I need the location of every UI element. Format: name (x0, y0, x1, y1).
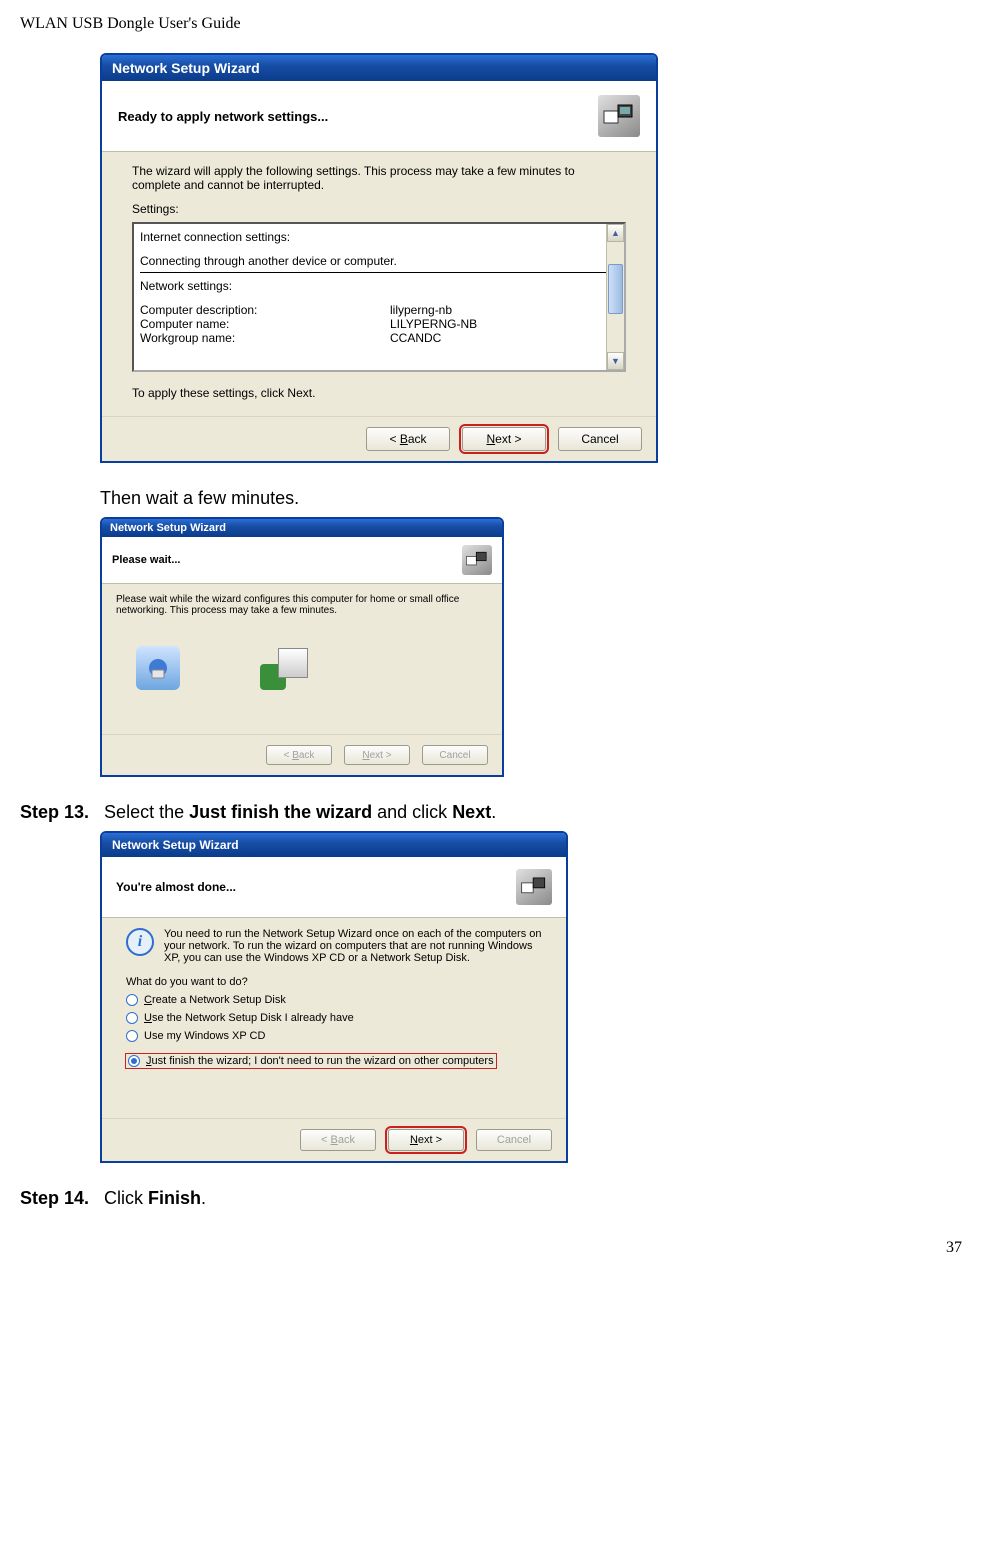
wizard-3-info-text: You need to run the Network Setup Wizard… (164, 928, 542, 964)
scrollbar[interactable]: ▲ ▼ (606, 224, 624, 370)
list-row-label: Computer name: (140, 317, 390, 331)
step-13: Step 13. Select the Just finish the wiza… (20, 802, 962, 823)
list-divider (140, 272, 618, 273)
wizard-2-please-wait: Network Setup Wizard Please wait... Plea… (100, 517, 504, 777)
radio-use-existing-disk[interactable]: Use the Network Setup Disk I already hav… (126, 1012, 542, 1024)
wizard-1-settings-label: Settings: (132, 202, 626, 216)
wizard-1-content: The wizard will apply the following sett… (102, 152, 656, 416)
wizard-3-titlebar: Network Setup Wizard (102, 833, 566, 857)
back-button[interactable]: < Back (366, 427, 450, 451)
list-row-label: Computer description: (140, 303, 390, 317)
list-section-2-title: Network settings: (140, 279, 618, 293)
next-button: Next > (344, 745, 410, 765)
wizard-1-banner-title: Ready to apply network settings... (118, 109, 328, 124)
list-row-value: LILYPERNG-NB (390, 317, 618, 331)
wizard-3-banner-title: You're almost done... (116, 880, 236, 894)
cancel-button: Cancel (476, 1129, 552, 1151)
wizard-2-titlebar: Network Setup Wizard (102, 519, 502, 537)
scroll-thumb[interactable] (608, 264, 623, 314)
wizard-3-almost-done: Network Setup Wizard You're almost done.… (100, 831, 568, 1163)
radio-icon[interactable] (126, 1012, 138, 1024)
page-number: 37 (20, 1239, 962, 1257)
back-button: < Back (300, 1129, 376, 1151)
cancel-button[interactable]: Cancel (558, 427, 642, 451)
wizard-1-titlebar: Network Setup Wizard (102, 55, 656, 81)
computer-network-icon (260, 646, 320, 690)
wizard-1-banner: Ready to apply network settings... (102, 81, 656, 152)
radio-label: Just finish the wizard; I don't need to … (146, 1055, 494, 1067)
radio-create-disk[interactable]: Create a Network Setup Disk (126, 994, 542, 1006)
back-button: < Back (266, 745, 332, 765)
network-settings-icon (462, 545, 492, 575)
scroll-down-icon[interactable]: ▼ (607, 352, 624, 370)
wizard-2-banner: Please wait... (102, 537, 502, 584)
radio-label: Use the Network Setup Disk I already hav… (144, 1012, 354, 1024)
next-button[interactable]: Next > (462, 427, 546, 451)
doc-header: WLAN USB Dongle User's Guide (20, 15, 962, 33)
wizard-1-intro: The wizard will apply the following sett… (132, 164, 626, 192)
wizard-1-settings-list[interactable]: Internet connection settings: Connecting… (132, 222, 626, 372)
step-14: Step 14. Click Finish. (20, 1188, 962, 1209)
next-button[interactable]: Next > (388, 1129, 464, 1151)
radio-label: Create a Network Setup Disk (144, 994, 286, 1006)
radio-label: Use my Windows XP CD (144, 1030, 265, 1042)
list-section-1-body: Connecting through another device or com… (140, 254, 618, 268)
wizard-3-buttons: < Back Next > Cancel (102, 1118, 566, 1161)
body-wait-text: Then wait a few minutes. (100, 488, 962, 509)
scroll-up-icon[interactable]: ▲ (607, 224, 624, 242)
wizard-1-ready: Network Setup Wizard Ready to apply netw… (100, 53, 658, 463)
list-row-value: lilyperng-nb (390, 303, 618, 317)
network-settings-icon (516, 869, 552, 905)
list-section-1-title: Internet connection settings: (140, 230, 618, 244)
wizard-2-banner-title: Please wait... (112, 554, 180, 566)
wizard-3-banner: You're almost done... (102, 857, 566, 918)
wizard-3-content: i You need to run the Network Setup Wiza… (102, 918, 566, 1118)
wizard-2-body-text: Please wait while the wizard configures … (116, 594, 488, 616)
list-row-value: CCANDC (390, 331, 618, 345)
list-row-label: Workgroup name: (140, 331, 390, 345)
computer-globe-icon (136, 646, 180, 690)
radio-icon[interactable] (126, 1030, 138, 1042)
radio-icon[interactable] (126, 994, 138, 1006)
radio-just-finish[interactable]: Just finish the wizard; I don't need to … (126, 1054, 496, 1068)
network-settings-icon (598, 95, 640, 137)
radio-icon[interactable] (128, 1055, 140, 1067)
info-icon: i (126, 928, 154, 956)
cancel-button: Cancel (422, 745, 488, 765)
wizard-1-apply-text: To apply these settings, click Next. (132, 386, 626, 400)
wizard-2-buttons: < Back Next > Cancel (102, 734, 502, 775)
wizard-3-question: What do you want to do? (126, 976, 542, 988)
wizard-2-content: Please wait while the wizard configures … (102, 584, 502, 734)
wizard-1-buttons: < Back Next > Cancel (102, 416, 656, 461)
radio-use-xp-cd[interactable]: Use my Windows XP CD (126, 1030, 542, 1042)
